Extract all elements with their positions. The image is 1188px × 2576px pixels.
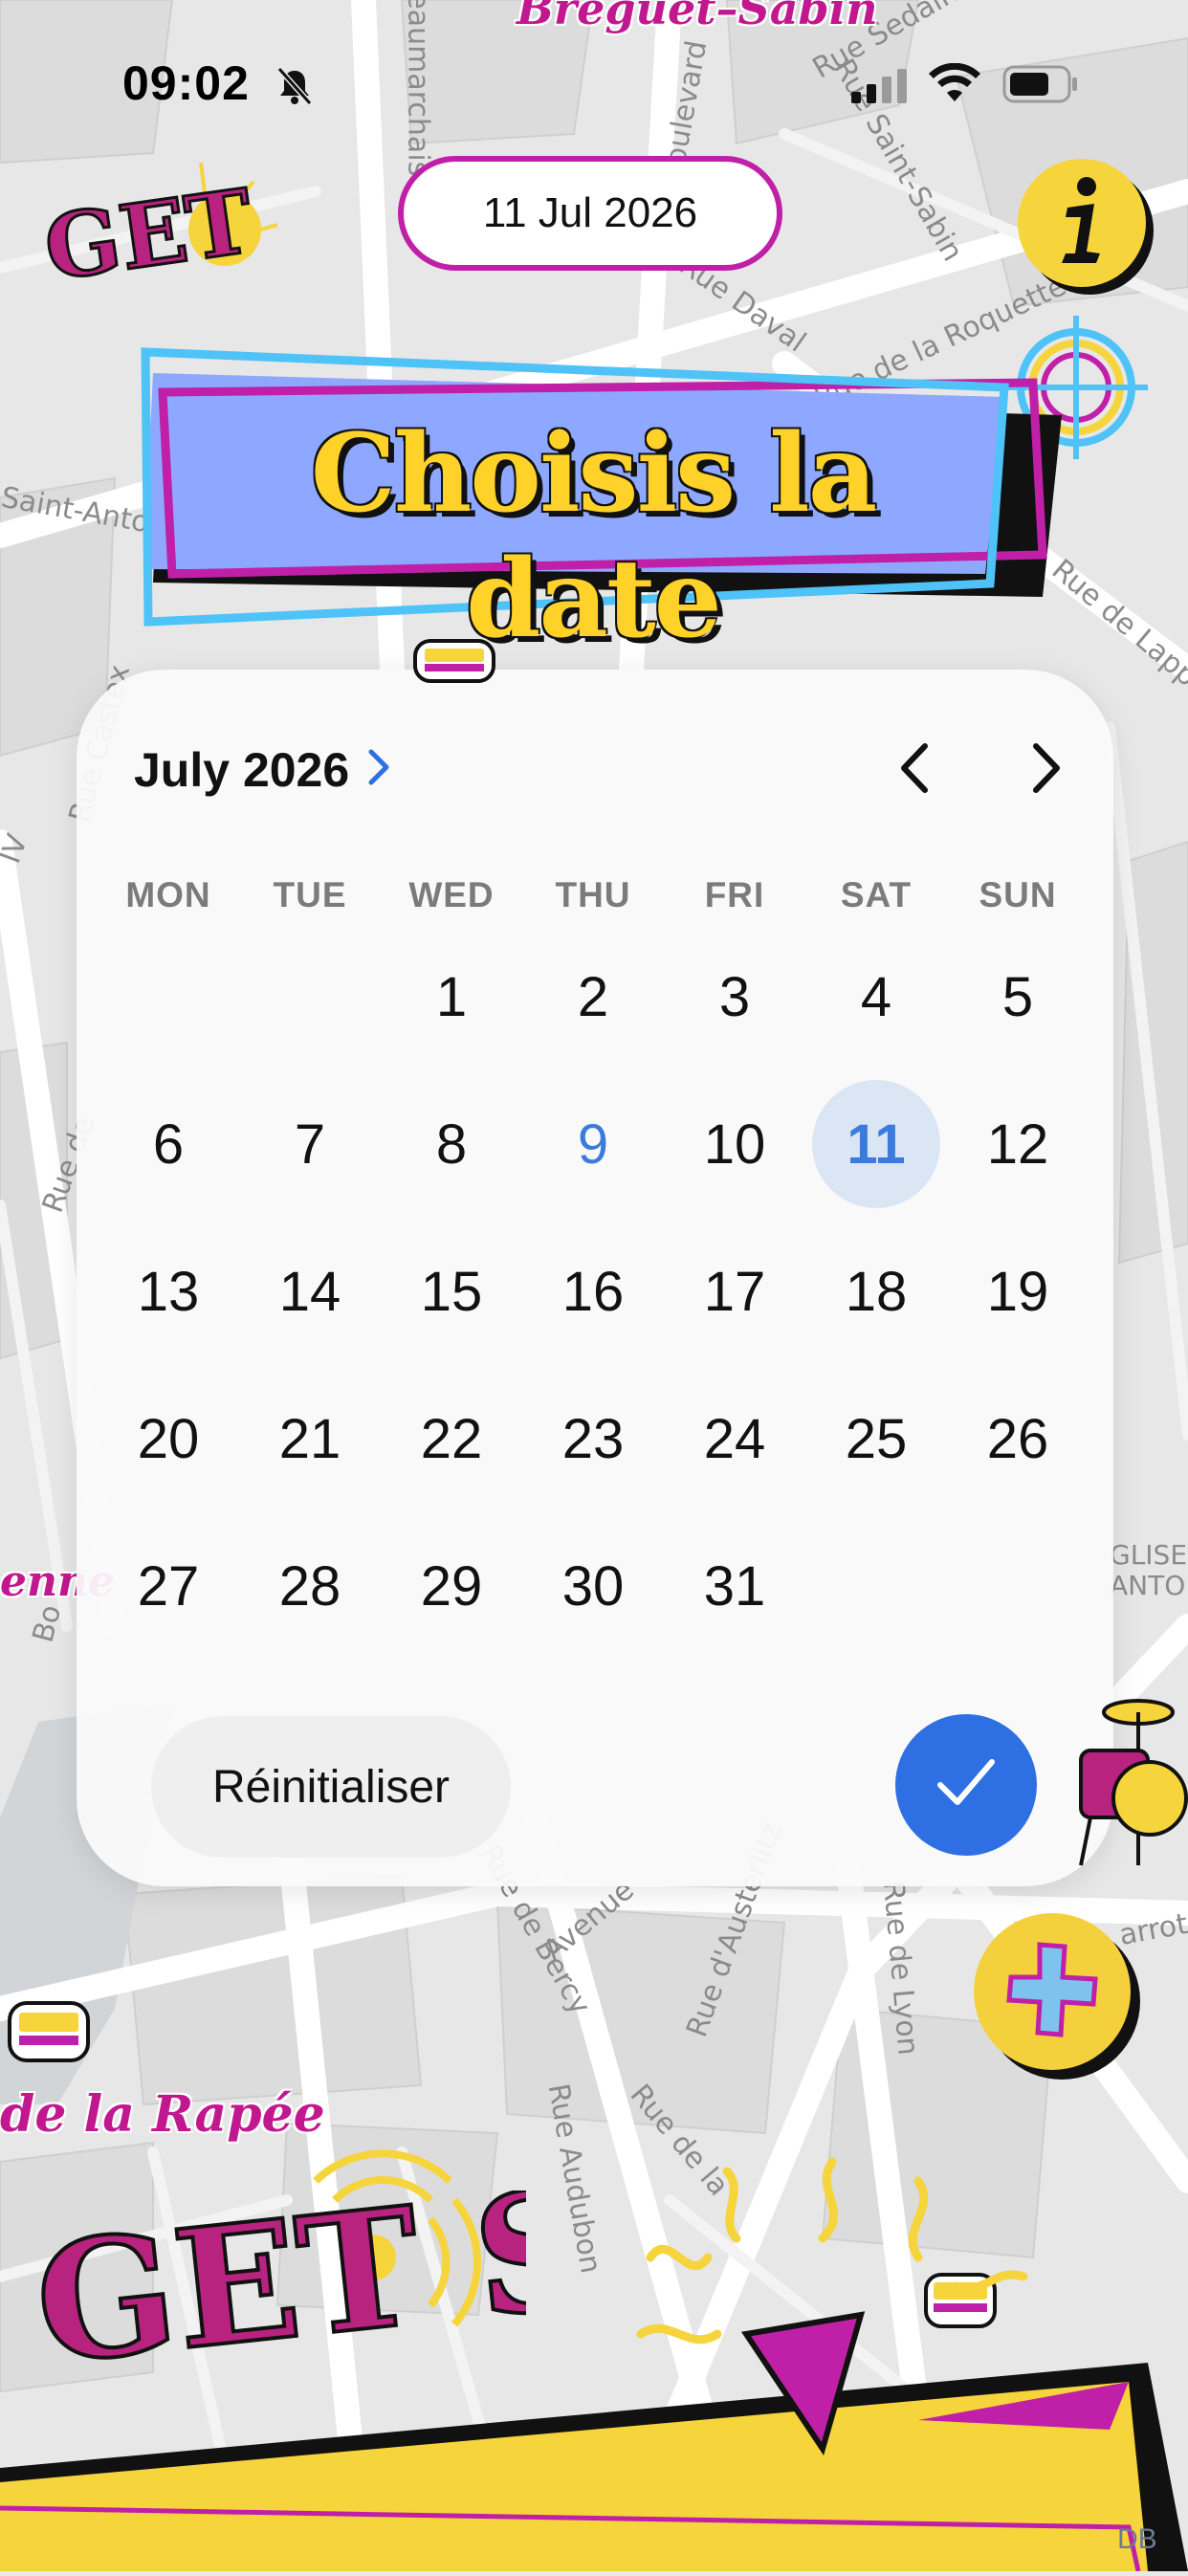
day-cell[interactable]: 26 [954,1375,1082,1503]
day-cell[interactable]: 2 [529,933,657,1061]
page-title: Choisis la date [310,411,878,662]
checkmark-icon [935,1756,998,1815]
day-cell[interactable]: 8 [387,1080,516,1208]
reset-label: Réinitialiser [211,1761,451,1813]
day-cell-selected[interactable]: 11 [812,1080,940,1208]
reset-button[interactable]: Réinitialiser [151,1716,511,1858]
day-cell[interactable]: 19 [954,1227,1082,1355]
day-cell[interactable]: 24 [671,1375,799,1503]
day-cell[interactable]: 7 [246,1080,374,1208]
cellular-signal-icon [851,69,911,108]
day-cell[interactable]: 15 [387,1227,516,1355]
day-cell[interactable]: 6 [104,1080,232,1208]
street-label: Beaumarchais [401,0,435,177]
day-cell[interactable]: 17 [671,1227,799,1355]
day-cell[interactable]: 18 [812,1227,940,1355]
plus-icon [1000,1937,1105,2047]
weekday-label: THU [555,875,631,914]
add-button[interactable] [974,1913,1131,2070]
chevron-right-icon [366,742,391,798]
get-sun-logo: GET SUN [37,133,509,354]
weekday-label: SAT [840,875,913,914]
bell-slash-icon [274,65,316,112]
next-month-button[interactable] [1014,737,1081,804]
date-pill[interactable]: 11 Jul 2026 [398,156,782,271]
chevron-left-icon [894,740,933,801]
previous-month-button[interactable] [880,737,947,804]
battery-icon [1002,65,1079,108]
svg-text:GET SUN: GET SUN [38,163,277,300]
weekday-label: FRI [704,875,765,914]
place-label: GLISE ANTO [1110,1539,1188,1601]
info-icon [1048,173,1115,274]
day-cell[interactable]: 22 [387,1375,516,1503]
day-cell[interactable]: 20 [104,1375,232,1503]
calendar-card: July 2026 MON TUE WED THU FRI SAT SUN 12345678… [77,670,1113,1886]
day-cell[interactable]: 5 [954,933,1082,1061]
tram-icon[interactable] [6,1999,92,2071]
day-cell[interactable]: 30 [529,1522,657,1650]
poi-label[interactable]: Breguet–Sabin [517,0,878,34]
day-cell[interactable]: 12 [954,1080,1082,1208]
day-cell[interactable]: 29 [387,1522,516,1650]
wifi-icon [928,62,981,108]
weekday-label: TUE [273,875,347,914]
day-cell[interactable]: 14 [246,1227,374,1355]
day-cell[interactable]: 10 [671,1080,799,1208]
chevron-right-icon [1028,740,1067,801]
poi-label[interactable]: de la Rapée [0,2085,325,2144]
day-cell[interactable]: 3 [671,933,799,1061]
confirm-button[interactable] [895,1714,1037,1856]
month-selector[interactable]: July 2026 [134,742,391,798]
day-cell[interactable]: 4 [812,933,940,1061]
map-attribution: DB [1117,2523,1157,2555]
weekday-label: MON [125,875,211,914]
day-cell-today[interactable]: 9 [529,1080,657,1208]
tram-icon[interactable] [411,637,497,690]
day-cell[interactable]: 28 [246,1522,374,1650]
svg-text:GET SOUND: GET SOUND [29,2191,526,2401]
month-label: July 2026 [134,743,350,797]
selected-date-label: 11 Jul 2026 [482,189,698,236]
weekday-label: SUN [979,875,1057,914]
status-time: 09:02 [122,56,250,110]
day-cell[interactable]: 21 [246,1375,374,1503]
day-cell[interactable]: 31 [671,1522,799,1650]
get-sound-logo: GET SOUND [26,2091,1175,2497]
day-cell[interactable]: 13 [104,1227,232,1355]
info-button[interactable] [1018,159,1146,287]
day-cell[interactable]: 27 [104,1522,232,1650]
day-cell[interactable]: 1 [387,933,516,1061]
drum-kit-icon[interactable] [1071,1684,1188,1880]
day-cell[interactable]: 25 [812,1375,940,1503]
weekday-label: WED [408,875,495,914]
day-cell[interactable]: 23 [529,1375,657,1503]
day-cell[interactable]: 16 [529,1227,657,1355]
